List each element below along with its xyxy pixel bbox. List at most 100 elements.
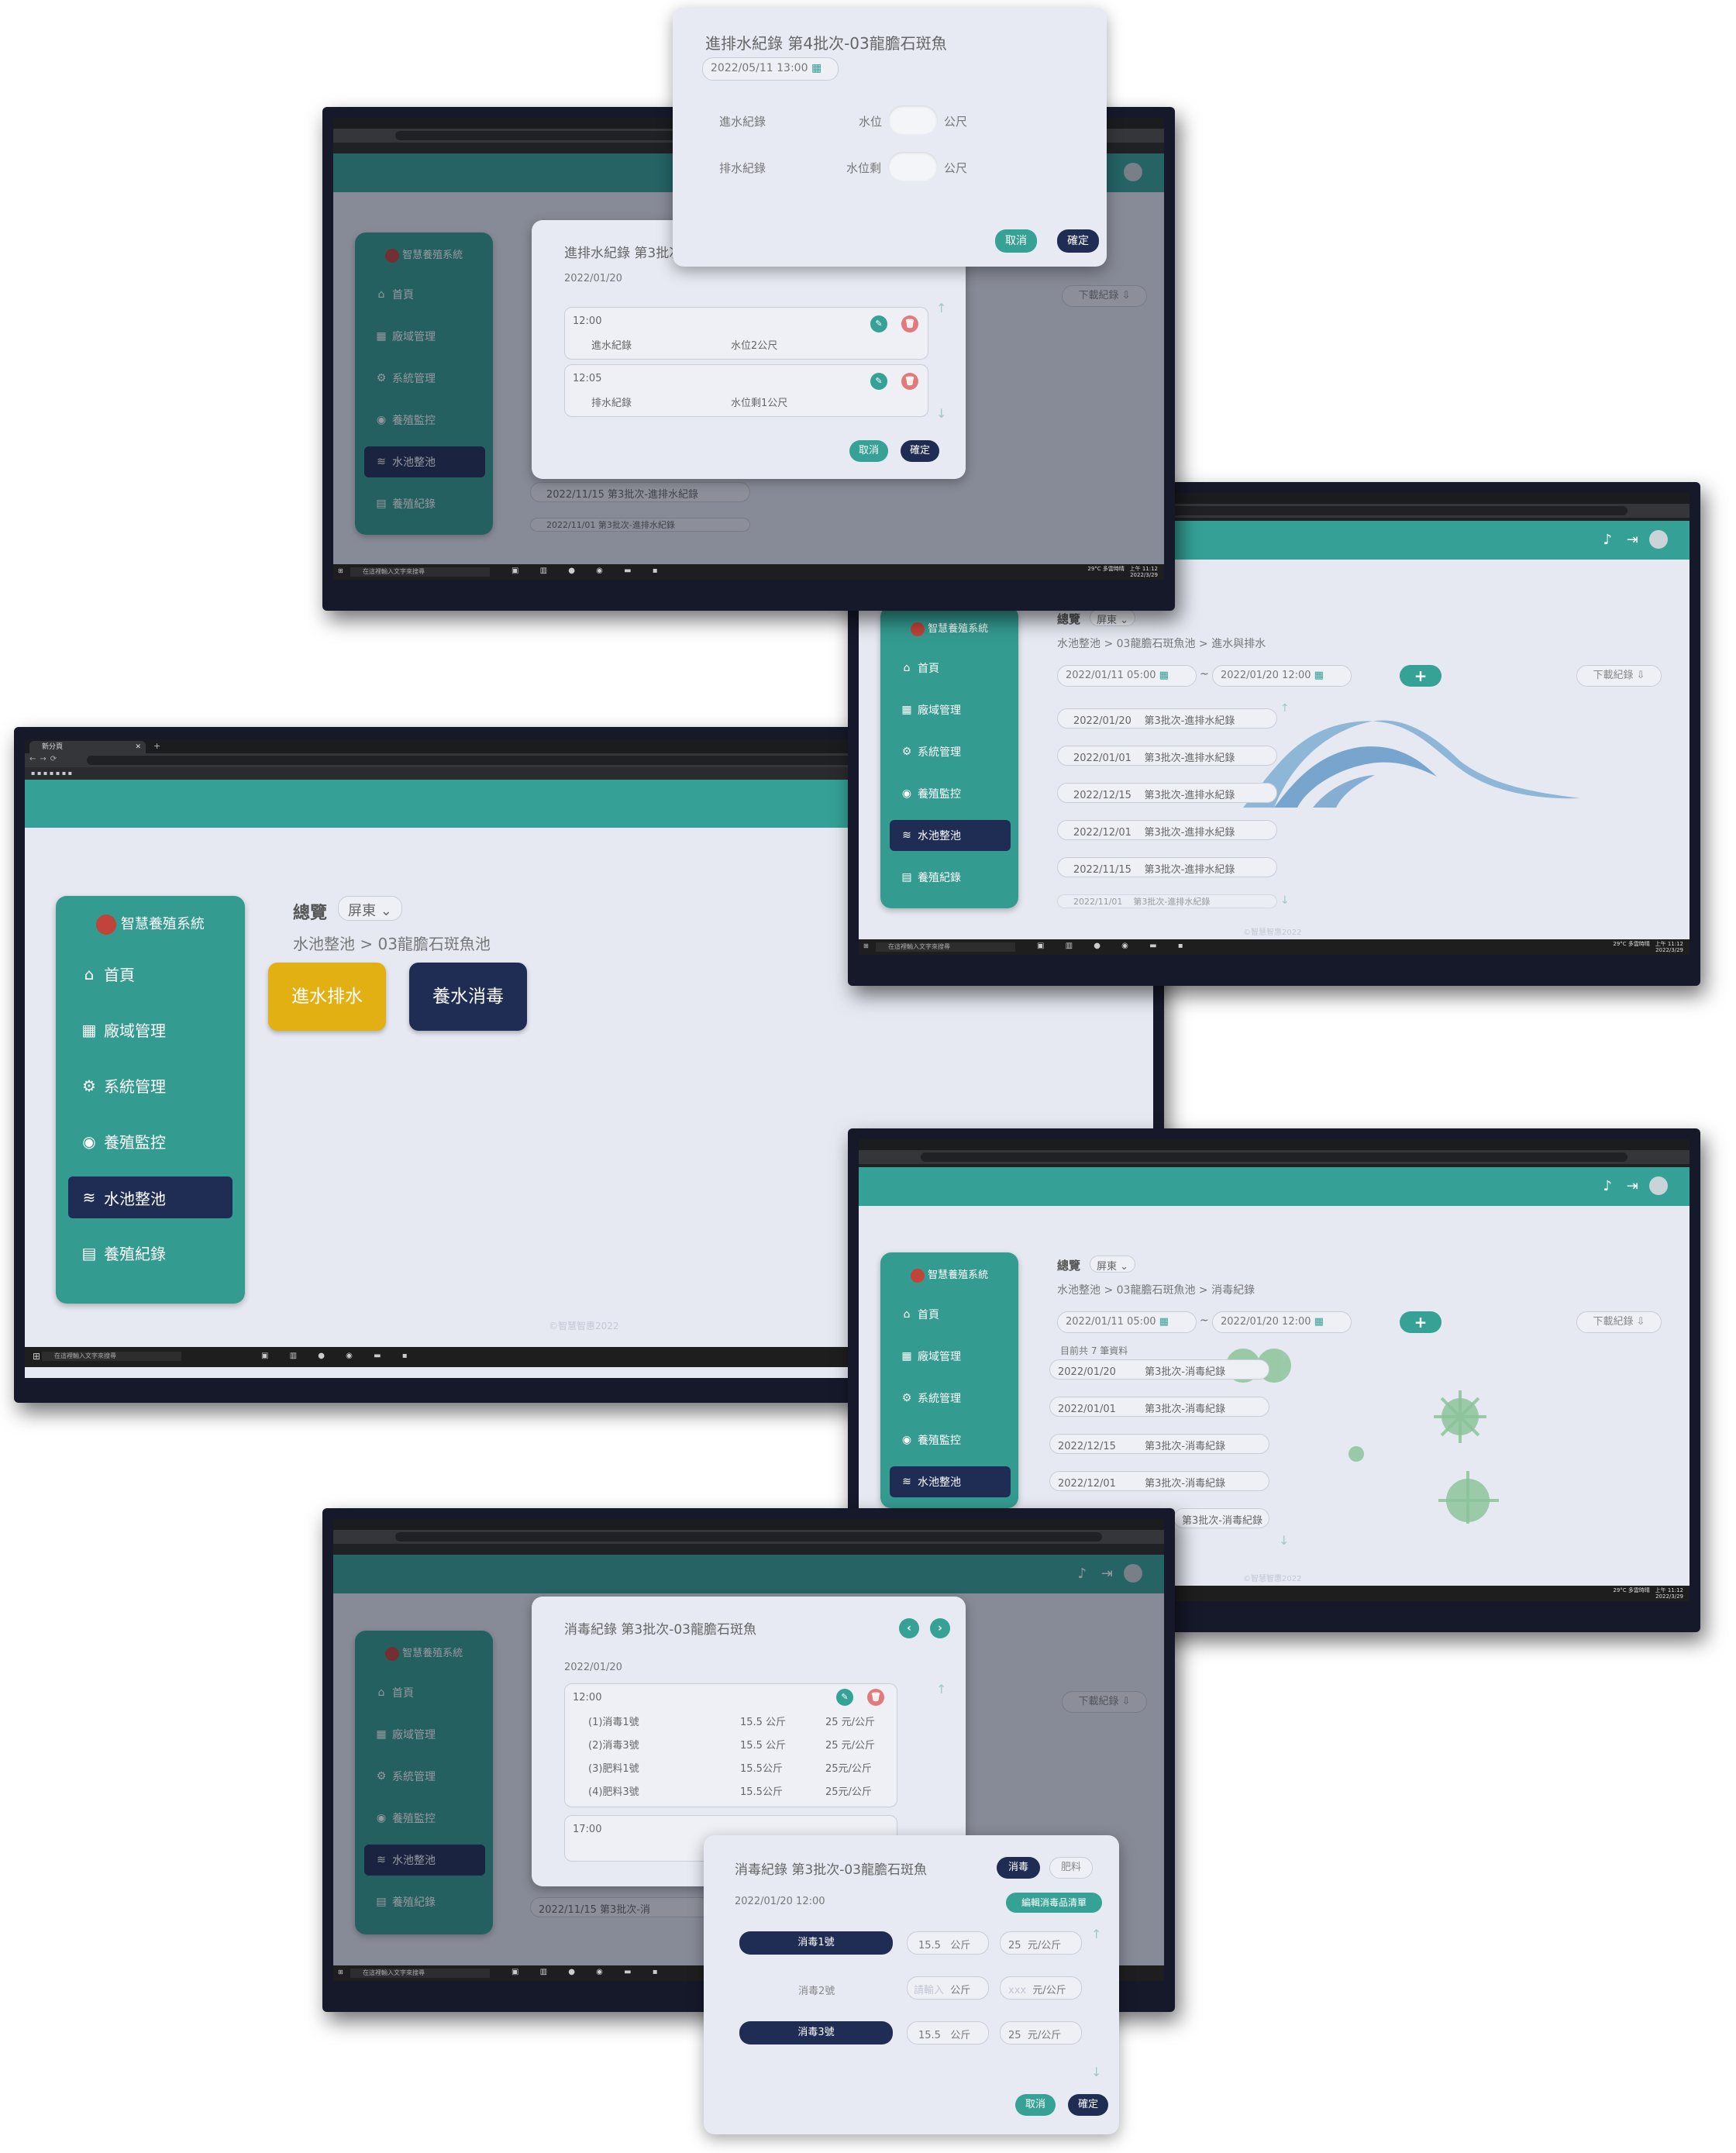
- record-pill[interactable]: 2022/01/01 第3批次-消毒紀錄: [1049, 1397, 1269, 1417]
- address-bar[interactable]: [395, 1532, 1102, 1542]
- menu-pond[interactable]: ≋ 水池整池: [68, 1176, 232, 1218]
- record-pill[interactable]: 第3批次-消毒紀錄: [1173, 1508, 1269, 1528]
- menu-home[interactable]: ⌂ 首頁: [74, 963, 135, 985]
- date-to-input[interactable]: 2022/01/20 12:00 ▦: [1212, 1311, 1352, 1333]
- qty-input[interactable]: 請輸入 公斤: [907, 1976, 989, 2000]
- price-input[interactable]: 25 元/公斤: [1000, 1931, 1082, 1955]
- confirm-button[interactable]: 確定: [901, 440, 939, 462]
- logout-icon[interactable]: ⇥: [1627, 532, 1638, 548]
- edit-icon[interactable]: ✎: [870, 315, 887, 332]
- add-record-button[interactable]: +: [1400, 1311, 1442, 1333]
- taskbar-app-icons[interactable]: ▣ ▥ ● ◉ ▬ ▪: [1037, 942, 1192, 950]
- tab-fertilizer[interactable]: 肥料: [1049, 1857, 1093, 1879]
- browser-nav-icons[interactable]: ←→⟳: [29, 755, 60, 763]
- menu-site[interactable]: ▦ 廠域管理: [74, 1018, 166, 1041]
- scroll-down-icon[interactable]: ↓: [1279, 1533, 1289, 1548]
- menu-site[interactable]: ▦ 廠域管理: [896, 1349, 961, 1364]
- record-pill[interactable]: 2022/01/20 第3批次-消毒紀錄: [1049, 1359, 1269, 1380]
- menu-system[interactable]: ⚙ 系統管理: [74, 1074, 166, 1097]
- qty-input[interactable]: 15.5 公斤: [907, 2021, 989, 2044]
- price-input[interactable]: xxx 元/公斤: [1000, 1976, 1082, 2000]
- edit-disinfectant-list-button[interactable]: 編輯消毒品清單: [1006, 1893, 1102, 1913]
- menu-records[interactable]: ▤ 養殖紀錄: [74, 1242, 166, 1264]
- edit-icon[interactable]: ✎: [836, 1689, 853, 1706]
- region-select[interactable]: 屏東 ⌄: [1090, 609, 1136, 626]
- disinfectant-select[interactable]: 消毒1號: [739, 1931, 893, 1955]
- datetime-input[interactable]: 2022/05/11 13:00 ▦: [702, 57, 839, 81]
- menu-home[interactable]: ⌂ 首頁: [896, 1307, 939, 1322]
- menu-pond[interactable]: ≋ 水池整池: [890, 820, 1011, 851]
- close-tab-icon[interactable]: ✕: [135, 741, 141, 753]
- taskbar-search[interactable]: 在這裡輸入文字來搜尋: [876, 942, 1015, 952]
- date-from-input[interactable]: 2022/01/11 05:00 ▦: [1057, 665, 1197, 687]
- address-bar[interactable]: [921, 1152, 1628, 1162]
- record-pill[interactable]: 2022/12/15 第3批次-消毒紀錄: [1049, 1434, 1269, 1454]
- windows-start-icon[interactable]: ⊞: [338, 1969, 343, 1976]
- menu-monitor[interactable]: ◉ 養殖監控: [896, 786, 961, 801]
- next-icon[interactable]: ›: [930, 1618, 950, 1638]
- menu-monitor[interactable]: ◉ 養殖監控: [896, 1432, 961, 1448]
- date-from-input[interactable]: 2022/01/11 05:00 ▦: [1057, 1311, 1197, 1333]
- region-select[interactable]: 屏東 ⌄: [338, 896, 402, 921]
- taskbar-app-icons[interactable]: ▣ ▥ ● ◉ ▬ ▪: [261, 1352, 416, 1360]
- scroll-up-icon[interactable]: ↑: [1279, 1350, 1289, 1365]
- cancel-button[interactable]: 取消: [995, 229, 1037, 253]
- water-remaining-input[interactable]: [888, 152, 938, 181]
- menu-system[interactable]: ⚙ 系統管理: [896, 1390, 961, 1406]
- record-pill[interactable]: 2022/12/01 第3批次-消毒紀錄: [1049, 1471, 1269, 1491]
- scroll-up-icon[interactable]: ↑: [936, 301, 946, 315]
- price-input[interactable]: 25 元/公斤: [1000, 2021, 1082, 2044]
- delete-icon[interactable]: 🗑: [867, 1689, 884, 1706]
- cancel-button[interactable]: 取消: [1015, 2094, 1056, 2116]
- record-pill[interactable]: 2022/11/15 第3批次-進排水紀錄: [1057, 857, 1277, 877]
- taskbar-app-icons[interactable]: ▣ ▥ ● ◉ ▬ ▪: [512, 1968, 666, 1976]
- logout-icon[interactable]: ⇥: [1627, 1178, 1638, 1194]
- menu-pond[interactable]: ≋ 水池整池: [890, 1466, 1011, 1497]
- record-pill[interactable]: 2022/11/01 第3批次-進排水紀錄: [1057, 894, 1277, 908]
- scroll-down-icon[interactable]: ↓: [1280, 894, 1290, 907]
- scroll-down-icon[interactable]: ↓: [1091, 2065, 1101, 2079]
- delete-icon[interactable]: 🗑: [901, 315, 918, 332]
- taskbar-search[interactable]: 在這裡輸入文字來搜尋: [42, 1352, 181, 1361]
- water-level-input[interactable]: [888, 105, 938, 135]
- scroll-down-icon[interactable]: ↓: [936, 406, 946, 421]
- download-records-button[interactable]: 下載紀錄 ⇩: [1576, 1311, 1662, 1333]
- date-to-input[interactable]: 2022/01/20 12:00 ▦: [1212, 665, 1352, 687]
- avatar[interactable]: [1649, 530, 1668, 549]
- taskbar-search[interactable]: 在這裡輸入文字來搜尋: [350, 1969, 490, 1978]
- edit-icon[interactable]: ✎: [870, 373, 887, 390]
- qty-input[interactable]: 15.5 公斤: [907, 1931, 989, 1955]
- browser-tab[interactable]: 新分頁 ✕: [29, 741, 146, 753]
- scroll-up-icon[interactable]: ↑: [936, 1682, 946, 1697]
- menu-home[interactable]: ⌂ 首頁: [896, 660, 939, 676]
- record-pill[interactable]: 2022/01/01 第3批次-進排水紀錄: [1057, 746, 1277, 766]
- tab-disinfect[interactable]: 消毒: [997, 1857, 1040, 1879]
- confirm-button[interactable]: 確定: [1068, 2094, 1108, 2116]
- delete-icon[interactable]: 🗑: [901, 373, 918, 390]
- menu-records[interactable]: ▤ 養殖紀錄: [896, 870, 961, 885]
- windows-start-icon[interactable]: ⊞: [33, 1351, 40, 1362]
- record-pill[interactable]: 2022/12/15 第3批次-進排水紀錄: [1057, 783, 1277, 803]
- taskbar-app-icons[interactable]: ▣ ▥ ● ◉ ▬ ▪: [512, 567, 666, 575]
- menu-system[interactable]: ⚙ 系統管理: [896, 744, 961, 760]
- taskbar-search[interactable]: 在這裡輸入文字來搜尋: [350, 567, 490, 577]
- water-disinfect-button[interactable]: 養水消毒: [409, 963, 527, 1031]
- cancel-button[interactable]: 取消: [849, 440, 888, 462]
- add-record-button[interactable]: +: [1400, 665, 1442, 687]
- confirm-button[interactable]: 確定: [1057, 229, 1099, 253]
- disinfectant-option[interactable]: 消毒2號: [798, 1982, 835, 1997]
- record-pill[interactable]: 2022/01/20 第3批次-進排水紀錄: [1057, 708, 1277, 729]
- menu-site[interactable]: ▦ 廠域管理: [896, 702, 961, 718]
- windows-start-icon[interactable]: ⊞: [863, 942, 869, 949]
- avatar[interactable]: [1649, 1176, 1668, 1195]
- download-records-button[interactable]: 下載紀錄 ⇩: [1576, 665, 1662, 687]
- scroll-up-icon[interactable]: ↑: [1280, 702, 1290, 715]
- new-tab-icon[interactable]: +: [153, 741, 160, 751]
- record-pill[interactable]: 2022/12/01 第3批次-進排水紀錄: [1057, 820, 1277, 840]
- region-select[interactable]: 屏東 ⌄: [1090, 1256, 1136, 1273]
- disinfectant-select[interactable]: 消毒3號: [739, 2021, 893, 2044]
- bell-icon[interactable]: ♪: [1603, 532, 1613, 548]
- prev-icon[interactable]: ‹: [899, 1618, 919, 1638]
- in-out-water-button[interactable]: 進水排水: [268, 963, 386, 1031]
- bell-icon[interactable]: ♪: [1603, 1178, 1613, 1194]
